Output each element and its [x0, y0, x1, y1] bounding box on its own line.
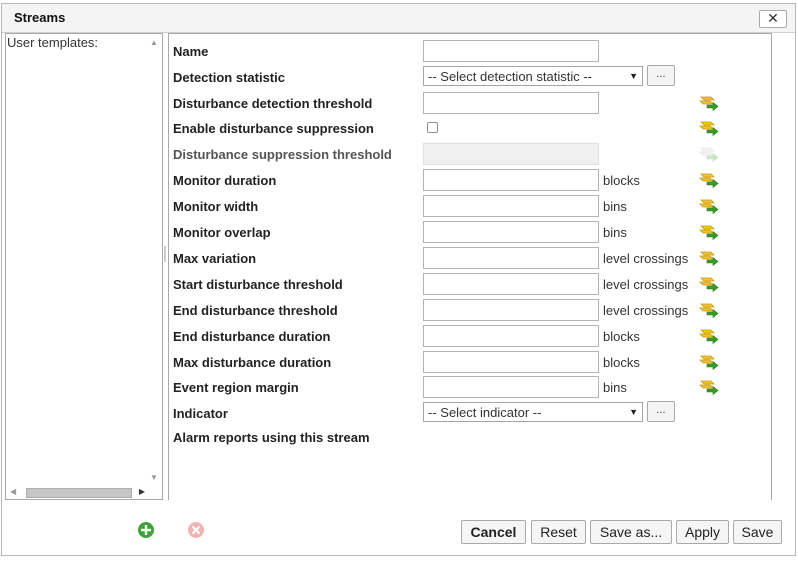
form-row-indicator: Indicator -- Select indicator -- ▼... — [169, 401, 769, 427]
monitor-duration-input[interactable] — [423, 169, 599, 191]
alarm-reports-using-this-stream-label: Alarm reports using this stream — [173, 430, 370, 445]
monitor-width-unit: bins — [603, 199, 627, 214]
start-disturbance-threshold-input[interactable] — [423, 273, 599, 295]
horizontal-scroll-thumb[interactable] — [26, 488, 132, 498]
indicator-select[interactable]: -- Select indicator -- ▼ — [423, 402, 643, 422]
cancel-button[interactable]: Cancel — [461, 520, 526, 544]
remove-circle-icon[interactable] — [187, 521, 205, 539]
detection-statistic-label: Detection statistic — [173, 70, 285, 85]
max-disturbance-duration-input[interactable] — [423, 351, 599, 373]
apply-button[interactable]: Apply — [676, 520, 729, 544]
save-button[interactable]: Save — [733, 520, 782, 544]
monitor-duration-label: Monitor duration — [173, 173, 277, 188]
form-row-start-disturbance-threshold: Start disturbance threshold level crossin… — [169, 272, 769, 298]
edit-icon[interactable] — [699, 301, 719, 319]
edit-icon[interactable] — [699, 378, 719, 396]
disturbance-detection-threshold-input[interactable] — [423, 92, 599, 114]
horizontal-scrollbar[interactable]: ◀ ▶ — [8, 485, 145, 498]
end-disturbance-threshold-input[interactable] — [423, 299, 599, 321]
monitor-overlap-input[interactable] — [423, 221, 599, 243]
disturbance-detection-threshold-label: Disturbance detection threshold — [173, 96, 373, 111]
edit-icon[interactable] — [699, 119, 719, 137]
close-button[interactable]: ✕ — [759, 10, 787, 28]
dialog-title: Streams — [14, 10, 66, 25]
user-templates-label: User templates: — [7, 35, 99, 50]
max-disturbance-duration-unit: blocks — [603, 355, 640, 370]
scroll-left-arrow-icon[interactable]: ◀ — [10, 487, 16, 496]
enable-disturbance-suppression-checkbox[interactable] — [427, 122, 438, 133]
name-label: Name — [173, 44, 209, 59]
edit-disabled-icon — [699, 145, 719, 163]
event-region-margin-label: Event region margin — [173, 380, 299, 395]
form-row-enable-disturbance-suppression: Enable disturbance suppression — [169, 116, 769, 142]
disturbance-suppression-threshold-label: Disturbance suppression threshold — [173, 147, 392, 162]
add-circle-icon[interactable] — [137, 521, 155, 539]
panel-splitter[interactable] — [164, 246, 166, 262]
monitor-width-input[interactable] — [423, 195, 599, 217]
title-bar: Streams ✕ — [2, 4, 795, 33]
form-row-max-disturbance-duration: Max disturbance duration blocks — [169, 350, 769, 376]
detection-statistic-browse-button[interactable]: ... — [647, 65, 675, 86]
form-row-disturbance-detection-threshold: Disturbance detection threshold — [169, 91, 769, 117]
monitor-duration-unit: blocks — [603, 173, 640, 188]
scroll-down-arrow-icon[interactable]: ▼ — [150, 473, 158, 482]
end-disturbance-threshold-unit: level crossings — [603, 303, 689, 318]
form-row-monitor-width: Monitor width bins — [169, 194, 769, 220]
max-variation-input[interactable] — [423, 247, 599, 269]
form-row-name: Name — [169, 39, 769, 65]
max-variation-label: Max variation — [173, 251, 257, 266]
edit-icon[interactable] — [699, 327, 719, 345]
edit-icon[interactable] — [699, 223, 719, 241]
end-disturbance-duration-input[interactable] — [423, 325, 599, 347]
form-row-event-region-margin: Event region margin bins — [169, 375, 769, 401]
chevron-down-icon: ▼ — [629, 71, 638, 81]
scroll-up-arrow-icon[interactable]: ▲ — [150, 38, 158, 47]
form-row-monitor-duration: Monitor duration blocks — [169, 168, 769, 194]
end-disturbance-duration-unit: blocks — [603, 329, 640, 344]
edit-icon[interactable] — [699, 353, 719, 371]
name-input[interactable] — [423, 40, 599, 62]
form-row-disturbance-suppression-threshold: Disturbance suppression threshold — [169, 142, 769, 168]
event-region-margin-unit: bins — [603, 380, 627, 395]
stream-form-panel: Name Detection statistic -- Select detecti… — [168, 33, 772, 500]
detection-statistic-select[interactable]: -- Select detection statistic -- ▼ — [423, 66, 643, 86]
monitor-width-label: Monitor width — [173, 199, 259, 214]
end-disturbance-threshold-label: End disturbance threshold — [173, 303, 338, 318]
indicator-label: Indicator — [173, 406, 228, 421]
max-variation-unit: level crossings — [603, 251, 689, 266]
save-as-button[interactable]: Save as... — [590, 520, 672, 544]
enable-disturbance-suppression-label: Enable disturbance suppression — [173, 121, 374, 136]
form-row-alarm-reports-using-this-stream: Alarm reports using this stream — [169, 425, 769, 451]
scroll-right-arrow-icon[interactable]: ▶ — [139, 487, 145, 496]
vertical-scrollbar[interactable]: ▲ ▼ — [148, 36, 160, 484]
max-disturbance-duration-label: Max disturbance duration — [173, 355, 332, 370]
start-disturbance-threshold-label: Start disturbance threshold — [173, 277, 343, 292]
indicator-selected-value: -- Select indicator -- — [428, 405, 542, 420]
user-templates-panel[interactable]: User templates: ▲ ▼ ◀ ▶ — [5, 33, 163, 500]
form-row-monitor-overlap: Monitor overlap bins — [169, 220, 769, 246]
form-row-end-disturbance-threshold: End disturbance threshold level crossings — [169, 298, 769, 324]
indicator-browse-button[interactable]: ... — [647, 401, 675, 422]
disturbance-suppression-threshold-input — [423, 143, 599, 165]
chevron-down-icon: ▼ — [629, 407, 638, 417]
edit-icon[interactable] — [699, 275, 719, 293]
detection-statistic-selected-value: -- Select detection statistic -- — [428, 69, 592, 84]
reset-button[interactable]: Reset — [531, 520, 586, 544]
edit-icon[interactable] — [699, 197, 719, 215]
form-row-detection-statistic: Detection statistic -- Select detection s… — [169, 65, 769, 91]
form-row-end-disturbance-duration: End disturbance duration blocks — [169, 324, 769, 350]
start-disturbance-threshold-unit: level crossings — [603, 277, 689, 292]
edit-icon[interactable] — [699, 249, 719, 267]
event-region-margin-input[interactable] — [423, 376, 599, 398]
monitor-overlap-unit: bins — [603, 225, 627, 240]
monitor-overlap-label: Monitor overlap — [173, 225, 271, 240]
edit-icon[interactable] — [699, 171, 719, 189]
form-row-max-variation: Max variation level crossings — [169, 246, 769, 272]
end-disturbance-duration-label: End disturbance duration — [173, 329, 331, 344]
edit-icon[interactable] — [699, 94, 719, 112]
